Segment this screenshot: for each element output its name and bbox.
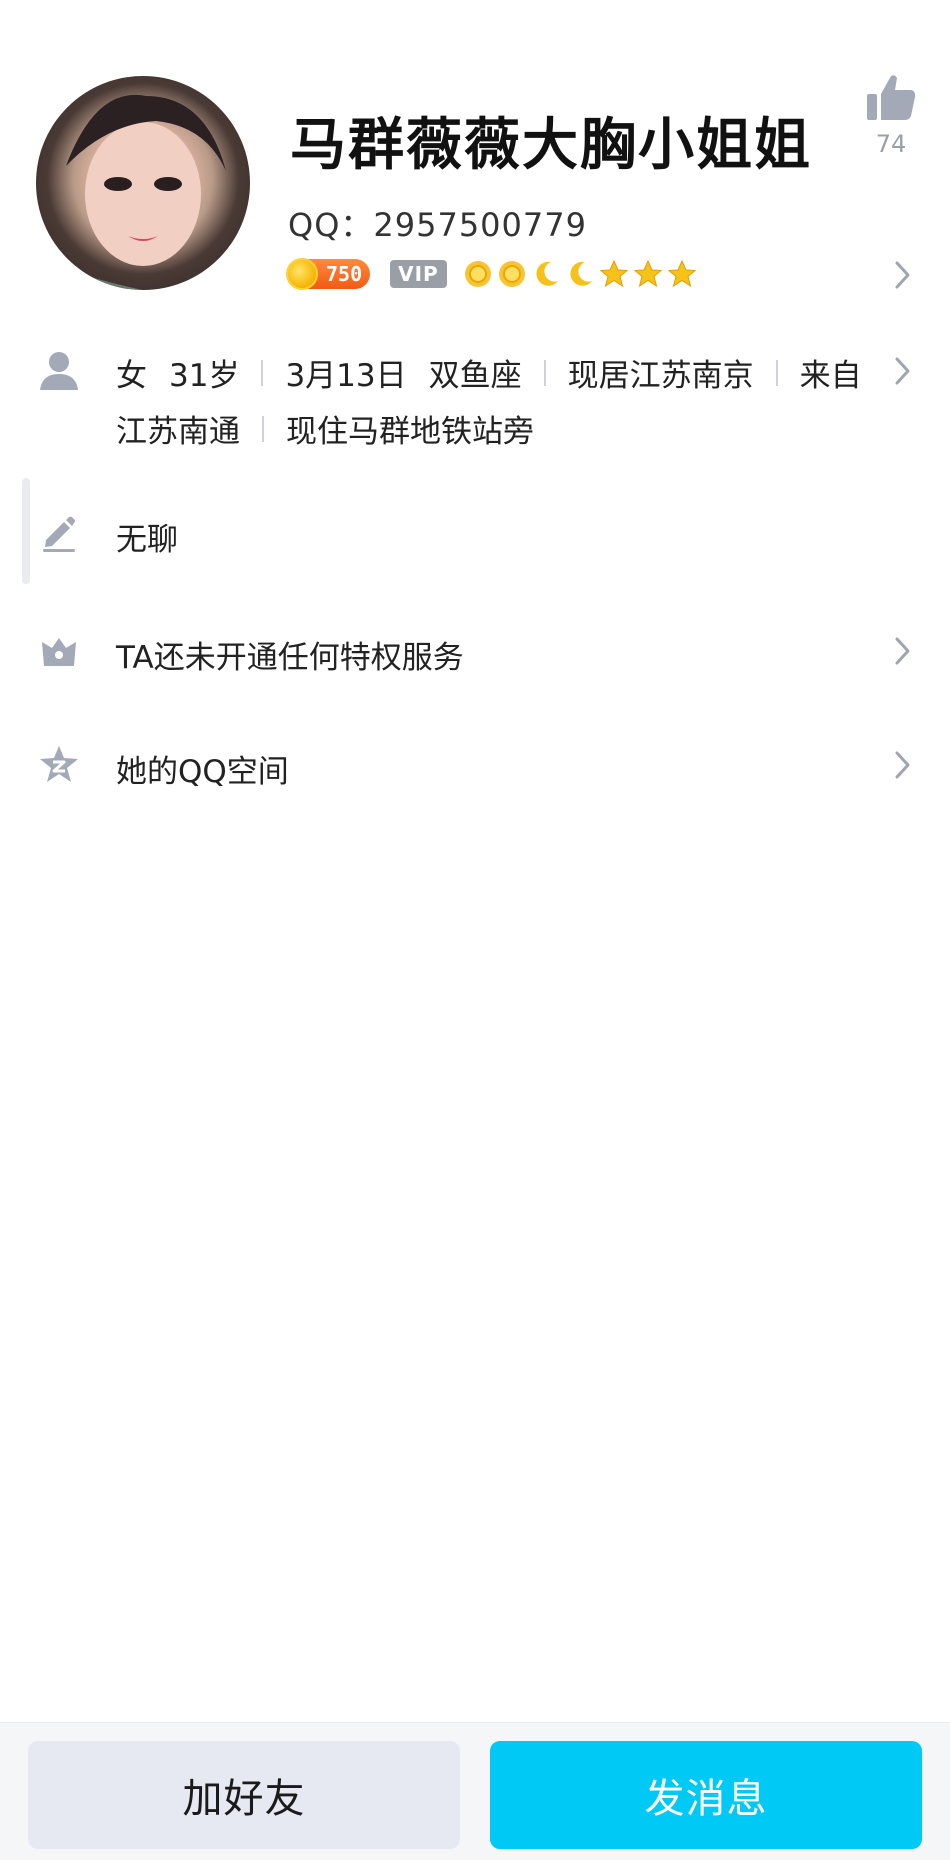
star-icon: [633, 259, 662, 288]
qq-level-icons[interactable]: [463, 259, 697, 289]
star-icon: [599, 259, 628, 288]
sun-icon: [498, 261, 525, 287]
moon-icon: [570, 261, 592, 286]
qzone-row[interactable]: 她的QQ空间: [0, 740, 950, 792]
badge-chevron[interactable]: [892, 258, 914, 292]
chevron-right-icon: [895, 261, 910, 289]
crown-icon: [38, 630, 80, 672]
star-icon: [667, 259, 696, 288]
pencil-icon: [38, 512, 80, 554]
person-icon: [38, 350, 80, 392]
chevron-right-icon: [895, 357, 910, 385]
profile-info-row[interactable]: 女 31岁 3月13日 双鱼座 现居江苏南京 来自 江苏南通 现住马群地铁站旁: [0, 350, 950, 470]
send-message-button[interactable]: 发消息: [490, 1741, 922, 1849]
qzone-star-icon: [38, 744, 80, 786]
gender: 女: [116, 358, 147, 394]
divider: [262, 415, 264, 442]
privilege-chevron: [892, 634, 914, 668]
current-city: 现居江苏南京: [567, 358, 754, 394]
chevron-right-icon: [895, 637, 910, 665]
bottom-action-bar: 加好友 发消息: [0, 1722, 950, 1860]
nickname: 马群薇薇大胸小姐姐: [290, 113, 812, 178]
zodiac: 双鱼座: [428, 358, 522, 394]
like-count: 74: [875, 130, 907, 158]
moon-icon: [536, 261, 558, 286]
divider: [775, 359, 778, 386]
qzone-chevron: [892, 748, 914, 782]
birthday: 3月13日: [285, 358, 407, 394]
add-friend-button[interactable]: 加好友: [28, 1741, 460, 1849]
qzone-text: 她的QQ空间: [116, 754, 289, 790]
signature-row[interactable]: 无聊: [0, 508, 950, 560]
sun-icon: [464, 261, 491, 287]
hometown-prefix: 来自: [799, 358, 862, 394]
hometown: 江苏南通: [116, 414, 240, 450]
signature-text: 无聊: [116, 522, 178, 558]
qq-number: QQ：2957500779: [288, 206, 587, 244]
divider: [543, 359, 546, 386]
chevron-right-icon: [895, 751, 910, 779]
coin-icon: [286, 258, 318, 290]
coin-level-value: 750: [326, 262, 363, 286]
age: 31岁: [169, 358, 240, 394]
vip-badge[interactable]: VIP: [390, 260, 447, 288]
thumbs-up-icon: [867, 75, 916, 120]
info-chevron: [892, 354, 914, 388]
location-note: 现住马群地铁站旁: [286, 414, 534, 450]
privilege-text: TA还未开通任何特权服务: [116, 640, 464, 676]
privilege-row[interactable]: TA还未开通任何特权服务: [0, 626, 950, 678]
coin-level-badge[interactable]: 750: [286, 258, 371, 290]
avatar[interactable]: [36, 76, 250, 290]
avatar-photo: [36, 94, 250, 290]
info-line-2: 江苏南通 现住马群地铁站旁: [116, 406, 534, 451]
badge-row[interactable]: 750 VIP: [286, 256, 697, 292]
like-button[interactable]: 74: [862, 72, 920, 158]
divider: [261, 359, 264, 386]
info-line-1: 女 31岁 3月13日 双鱼座 现居江苏南京 来自: [116, 350, 862, 395]
